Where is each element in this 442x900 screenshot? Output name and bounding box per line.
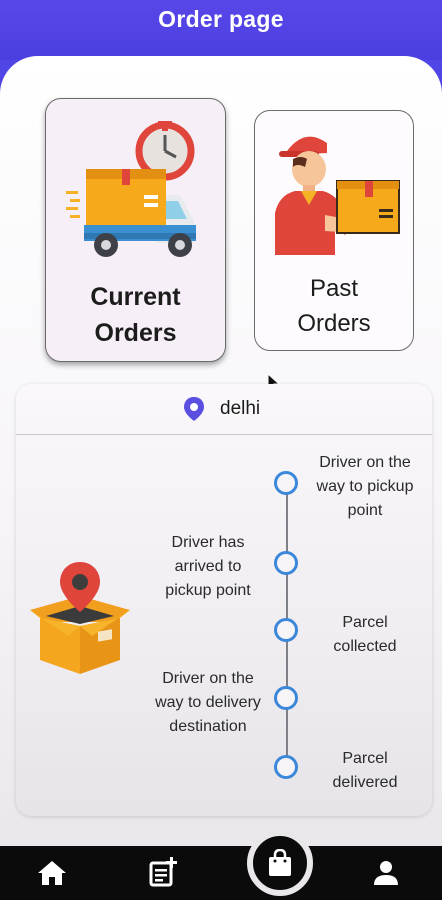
timeline-step-label: Driver on the way to pickup point [316, 454, 414, 519]
location-row[interactable]: delhi [16, 384, 432, 435]
timeline-step-label: Parcel delivered [332, 750, 398, 791]
orders-bag-button[interactable] [247, 830, 313, 896]
delivery-truck-icon [66, 121, 196, 257]
timeline-step-label: Parcel collected [333, 614, 397, 655]
home-icon[interactable] [37, 860, 67, 886]
timeline-step-dot [274, 618, 298, 642]
app-header: Order page [0, 0, 442, 60]
page-title: Order page [158, 6, 284, 32]
current-orders-label: Current Orders [90, 283, 181, 347]
current-orders-card[interactable]: Current Orders [45, 98, 226, 362]
timeline-step-label: Driver on the way to delivery destinatio… [155, 670, 261, 735]
timeline-step-dot [274, 471, 298, 495]
add-note-icon[interactable] [149, 857, 179, 887]
location-pin-icon [184, 397, 204, 421]
timeline-step-dot [274, 755, 298, 779]
delivery-person-icon [275, 136, 400, 255]
past-orders-card[interactable]: Past Orders [254, 110, 414, 351]
past-orders-label: Past Orders [297, 275, 371, 337]
person-icon[interactable] [373, 860, 399, 886]
location-city: delhi [220, 398, 261, 419]
timeline-step-label: Driver has arrived to pickup point [165, 534, 251, 599]
shopping-bag-icon [269, 849, 291, 876]
parcel-location-icon [30, 562, 130, 674]
timeline-step-dot [274, 551, 298, 575]
